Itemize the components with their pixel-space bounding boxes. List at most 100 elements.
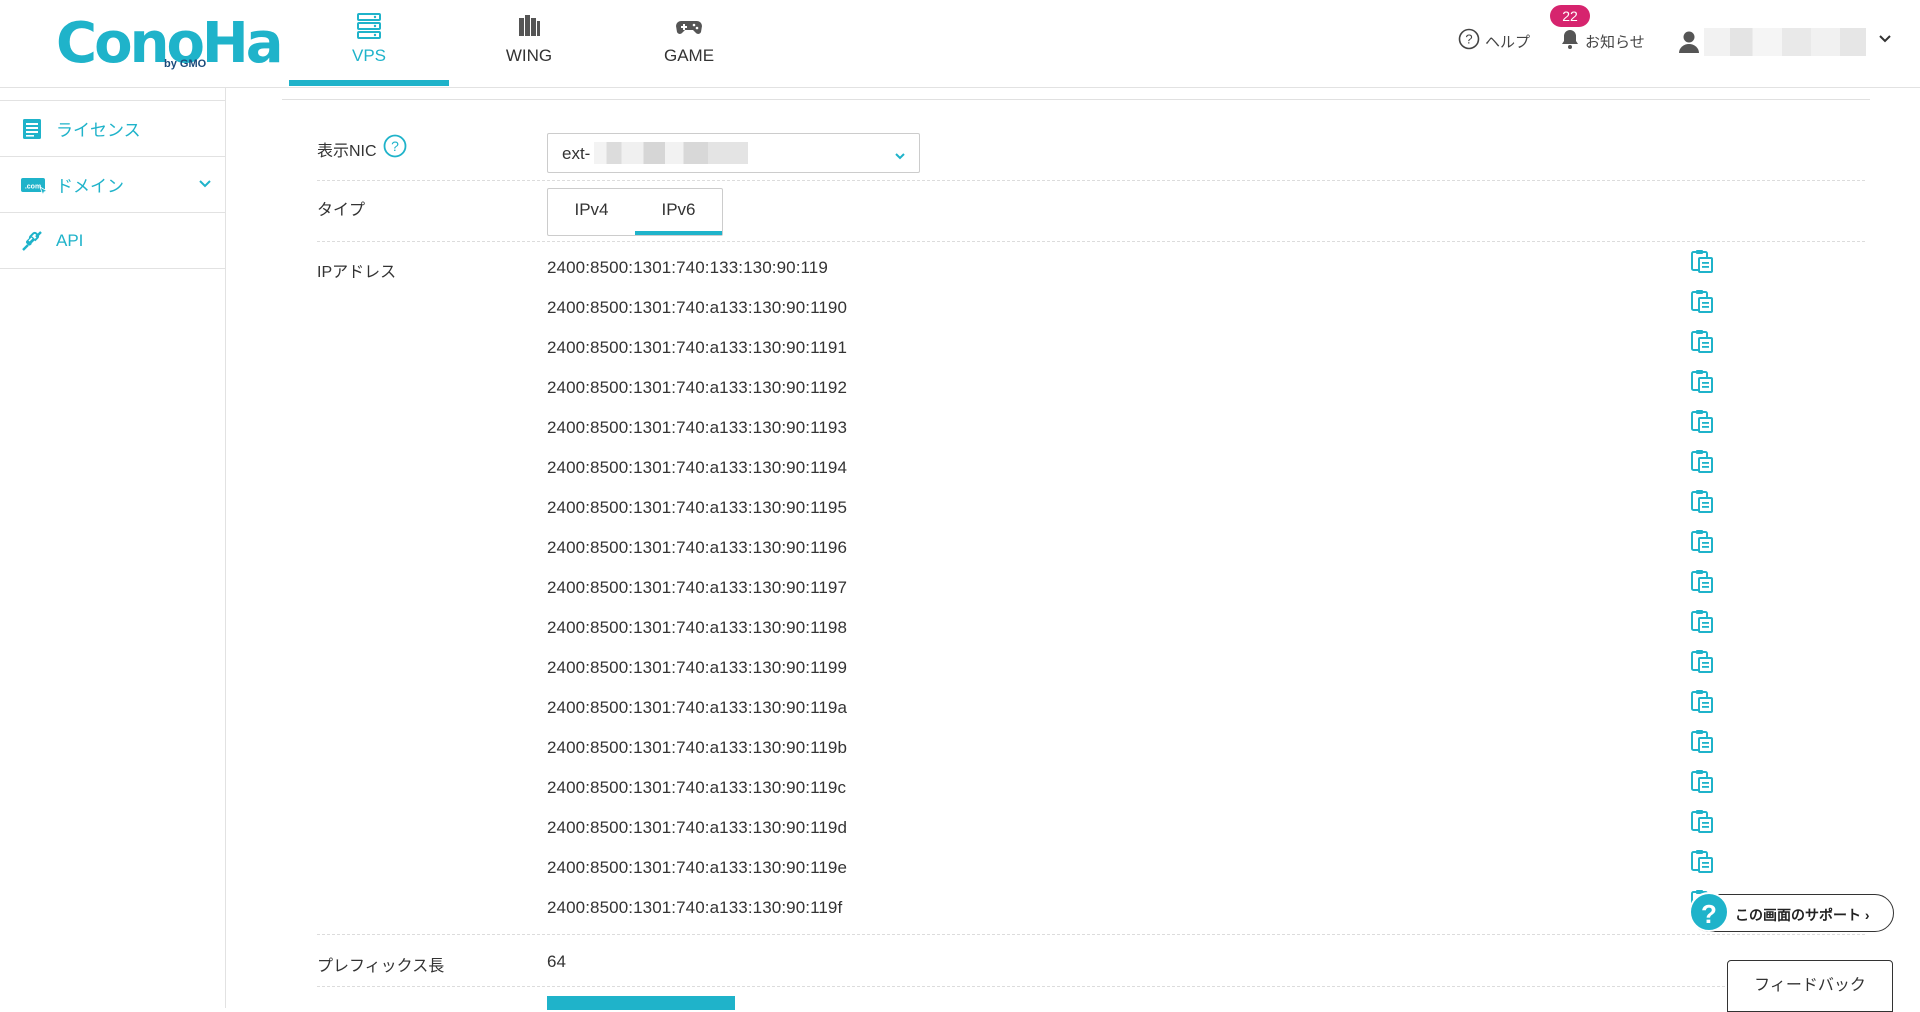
user-icon <box>1678 30 1700 59</box>
sidebar-item-label: API <box>56 230 84 250</box>
nic-label-group: 表示NIC ? <box>317 134 407 163</box>
row-divider <box>317 934 1865 935</box>
bell-icon <box>1560 28 1580 55</box>
ip-address-row: 2400:8500:1301:740:a133:130:90:119e <box>547 850 1867 894</box>
gamepad-icon <box>675 12 703 40</box>
copy-icon[interactable] <box>1689 848 1715 874</box>
copy-icon[interactable] <box>1689 568 1715 594</box>
ip-address-text: 2400:8500:1301:740:a133:130:90:1198 <box>547 618 848 637</box>
tab-vps[interactable]: VPS <box>289 0 449 86</box>
copy-icon[interactable] <box>1689 408 1715 434</box>
tab-game[interactable]: GAME <box>609 0 769 86</box>
ip-address-text: 2400:8500:1301:740:a133:130:90:1193 <box>547 418 848 437</box>
tab-ipv4[interactable]: IPv4 <box>548 189 635 235</box>
help-icon: ? <box>1458 28 1480 55</box>
ip-address-text: 2400:8500:1301:740:a133:130:90:1194 <box>547 458 848 477</box>
row-divider <box>317 241 1865 242</box>
ip-address-row: 2400:8500:1301:740:a133:130:90:119c <box>547 770 1867 814</box>
copy-icon[interactable] <box>1689 328 1715 354</box>
help-link[interactable]: ? ヘルプ <box>1458 28 1530 54</box>
copy-icon[interactable] <box>1689 368 1715 394</box>
copy-icon[interactable] <box>1689 288 1715 314</box>
conoha-logo[interactable]: ConoHa by GMO <box>56 14 284 74</box>
sidebar-item-domain[interactable]: .com ドメイン <box>0 157 225 213</box>
ip-address-row: 2400:8500:1301:740:a133:130:90:119b <box>547 730 1867 774</box>
ip-address-row: 2400:8500:1301:740:a133:130:90:119f <box>547 890 1867 934</box>
sidebar-item-label: ドメイン <box>56 177 124 196</box>
ip-address-text: 2400:8500:1301:740:a133:130:90:119e <box>547 858 848 877</box>
prefix-label: プレフィックス長 <box>317 958 445 975</box>
support-question-icon: ? <box>1689 892 1729 932</box>
copy-icon[interactable] <box>1689 808 1715 834</box>
sidebar-item-label: ライセンス <box>56 121 141 140</box>
svg-text:?: ? <box>391 138 399 154</box>
svg-text:?: ? <box>1465 31 1472 46</box>
ip-address-text: 2400:8500:1301:740:a133:130:90:119d <box>547 818 848 837</box>
nic-select[interactable]: ext- <box>547 133 920 173</box>
nic-label: 表示NIC <box>317 142 377 160</box>
ip-address-text: 2400:8500:1301:740:a133:130:90:119a <box>547 698 848 717</box>
tab-vps-label: VPS <box>351 46 387 65</box>
notice-label: お知らせ <box>1585 33 1645 51</box>
feedback-button[interactable]: フィードバック <box>1727 960 1893 1012</box>
copy-icon[interactable] <box>1689 648 1715 674</box>
copy-icon[interactable] <box>1689 488 1715 514</box>
tab-ipv6[interactable]: IPv6 <box>635 189 722 235</box>
ip-address-row: 2400:8500:1301:740:a133:130:90:1197 <box>547 570 1867 614</box>
chevron-down-icon <box>894 149 906 167</box>
chevron-down-icon <box>1878 32 1892 51</box>
sidebar-item-license[interactable]: ライセンス <box>0 101 225 157</box>
tab-game-label: GAME <box>663 46 715 65</box>
copy-icon[interactable] <box>1689 248 1715 274</box>
type-label: タイプ <box>317 202 366 219</box>
copy-icon[interactable] <box>1689 728 1715 754</box>
ip-type-toggle: IPv4 IPv6 <box>547 188 723 236</box>
ip-address-row: 2400:8500:1301:740:a133:130:90:1199 <box>547 650 1867 694</box>
copy-icon[interactable] <box>1689 688 1715 714</box>
ip-address-row: 2400:8500:1301:740:133:130:90:119 <box>547 250 1867 294</box>
main-content: 表示NIC ? ext- タイプ IPv4 IPv6 IPアドレス 2400:8… <box>227 88 1920 1010</box>
ip-address-text: 2400:8500:1301:740:133:130:90:119 <box>547 258 828 277</box>
notice-link[interactable]: お知らせ <box>1560 28 1645 54</box>
copy-icon[interactable] <box>1689 448 1715 474</box>
wing-icon <box>515 12 543 40</box>
ip-address-row: 2400:8500:1301:740:a133:130:90:119a <box>547 690 1867 734</box>
row-divider <box>317 986 1865 987</box>
ip-address-text: 2400:8500:1301:740:a133:130:90:119c <box>547 778 847 797</box>
nic-select-value: ext- <box>562 144 591 163</box>
tab-wing-label: WING <box>505 46 553 65</box>
top-header: ConoHa by GMO VPS WING GAME ? ヘルプ お知らせ 2… <box>0 0 1920 88</box>
license-icon <box>20 117 44 141</box>
section-divider <box>282 99 1870 100</box>
svg-text:.com: .com <box>25 183 41 190</box>
ip-address-text: 2400:8500:1301:740:a133:130:90:1191 <box>547 338 848 357</box>
ip-address-text: 2400:8500:1301:740:a133:130:90:1199 <box>547 658 848 677</box>
ip-address-row: 2400:8500:1301:740:a133:130:90:1194 <box>547 450 1867 494</box>
user-name-redacted <box>1704 28 1866 56</box>
server-icon <box>355 12 383 40</box>
support-widget-button[interactable]: ? この画面のサポート › <box>1689 892 1894 932</box>
ip-address-row: 2400:8500:1301:740:a133:130:90:1195 <box>547 490 1867 534</box>
support-label: この画面のサポート › <box>1735 907 1870 923</box>
domain-icon: .com <box>20 173 48 197</box>
ip-address-row: 2400:8500:1301:740:a133:130:90:1191 <box>547 330 1867 374</box>
logo-subtitle: by GMO <box>164 58 207 70</box>
help-icon[interactable]: ? <box>383 134 407 163</box>
copy-icon[interactable] <box>1689 528 1715 554</box>
api-icon <box>20 229 44 253</box>
ip-address-text: 2400:8500:1301:740:a133:130:90:1192 <box>547 378 848 397</box>
ip-address-label: IPアドレス <box>317 264 397 281</box>
sidebar-item-api[interactable]: API <box>0 213 225 269</box>
ip-address-list: 2400:8500:1301:740:133:130:90:119 2400:85… <box>547 250 1867 934</box>
ip-address-text: 2400:8500:1301:740:a133:130:90:1197 <box>547 578 848 597</box>
chevron-down-icon <box>198 177 212 196</box>
user-menu[interactable] <box>1674 24 1896 60</box>
ip-address-row: 2400:8500:1301:740:a133:130:90:1198 <box>547 610 1867 654</box>
tab-wing[interactable]: WING <box>449 0 609 86</box>
row-divider <box>317 180 1865 181</box>
copy-icon[interactable] <box>1689 608 1715 634</box>
ip-address-text: 2400:8500:1301:740:a133:130:90:119b <box>547 738 848 757</box>
prefix-value: 64 <box>547 952 566 971</box>
copy-icon[interactable] <box>1689 768 1715 794</box>
ip-address-text: 2400:8500:1301:740:a133:130:90:119f <box>547 898 843 917</box>
